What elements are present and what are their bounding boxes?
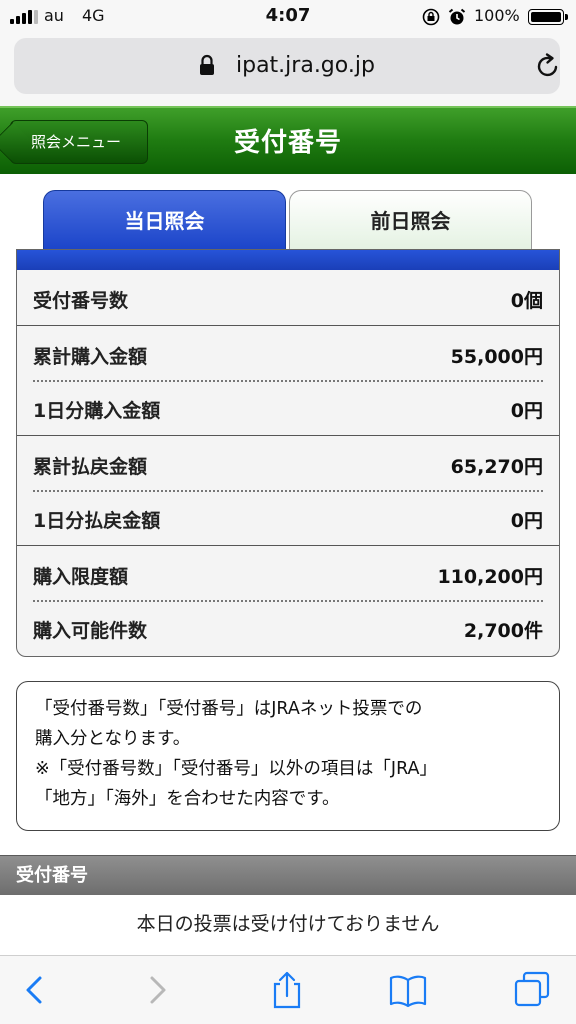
table-row-purchase-limit: 購入限度額 110,200円 <box>17 545 559 600</box>
no-votes-message: 本日の投票は受け付けておりません <box>0 895 576 955</box>
table-row-daily-payout: 1日分払戻金額 0円 <box>17 490 559 545</box>
share-icon[interactable] <box>267 970 307 1010</box>
table-header-bar <box>17 250 559 270</box>
row-value: 55,000円 <box>450 346 543 368</box>
bookmarks-icon[interactable] <box>388 970 428 1010</box>
row-value: 0個 <box>510 290 543 312</box>
row-label: 累計購入金額 <box>33 346 148 368</box>
browser-toolbar <box>0 955 576 1024</box>
row-label: 累計払戻金額 <box>33 456 148 478</box>
row-label: 受付番号数 <box>33 290 129 312</box>
section-header: 受付番号 <box>0 855 576 895</box>
note-line: 購入分となります。 <box>35 729 191 749</box>
address-bar[interactable]: ipat.jra.go.jp <box>14 38 560 94</box>
row-value: 0円 <box>510 400 543 422</box>
tab-today-inquiry[interactable]: 当日照会 <box>43 190 286 250</box>
back-arrow-icon[interactable] <box>14 970 54 1010</box>
row-label: 購入限度額 <box>33 566 129 588</box>
status-bar: au 4G 4:07 100% <box>0 0 576 34</box>
row-label: 1日分購入金額 <box>33 400 161 422</box>
alarm-icon <box>448 8 466 25</box>
app-header: 照会メニュー 受付番号 <box>0 106 576 174</box>
url-text: ipat.jra.go.jp <box>236 53 375 78</box>
rotation-lock-icon <box>422 8 440 26</box>
battery-icon <box>528 9 568 25</box>
note-line: 「受付番号数」「受付番号」はJRAネット投票での <box>35 699 423 719</box>
table-row-total-purchase: 累計購入金額 55,000円 <box>17 325 559 380</box>
tab-previous-day-inquiry[interactable]: 前日照会 <box>289 190 532 250</box>
row-value: 0円 <box>510 510 543 532</box>
table-row-receipt-count: 受付番号数 0個 <box>17 270 559 325</box>
note-box: 「受付番号数」「受付番号」はJRAネット投票での 購入分となります。 ※「受付番… <box>16 681 560 831</box>
summary-table: 受付番号数 0個 累計購入金額 55,000円 1日分購入金額 0円 累計払戻金… <box>16 249 560 657</box>
note-line: ※「受付番号数」「受付番号」以外の項目は「JRA」 <box>35 759 437 779</box>
forward-arrow-icon[interactable] <box>138 970 178 1010</box>
battery-percent: 100% <box>474 6 520 25</box>
row-value: 2,700件 <box>463 620 543 642</box>
row-value: 65,270円 <box>450 456 543 478</box>
row-label: 購入可能件数 <box>33 620 148 642</box>
tabs-icon[interactable] <box>512 970 552 1010</box>
row-value: 110,200円 <box>437 566 543 588</box>
reload-icon[interactable] <box>534 52 562 80</box>
lock-icon <box>200 54 214 75</box>
browser-address-area: ipat.jra.go.jp <box>0 34 576 106</box>
note-line: 「地方」「海外」を合わせた内容です。 <box>35 789 340 809</box>
page-title: 受付番号 <box>233 128 342 158</box>
table-row-purchasable-count: 購入可能件数 2,700件 <box>17 600 559 655</box>
row-label: 1日分払戻金額 <box>33 510 161 532</box>
table-row-total-payout: 累計払戻金額 65,270円 <box>17 435 559 490</box>
table-row-daily-purchase: 1日分購入金額 0円 <box>17 380 559 435</box>
